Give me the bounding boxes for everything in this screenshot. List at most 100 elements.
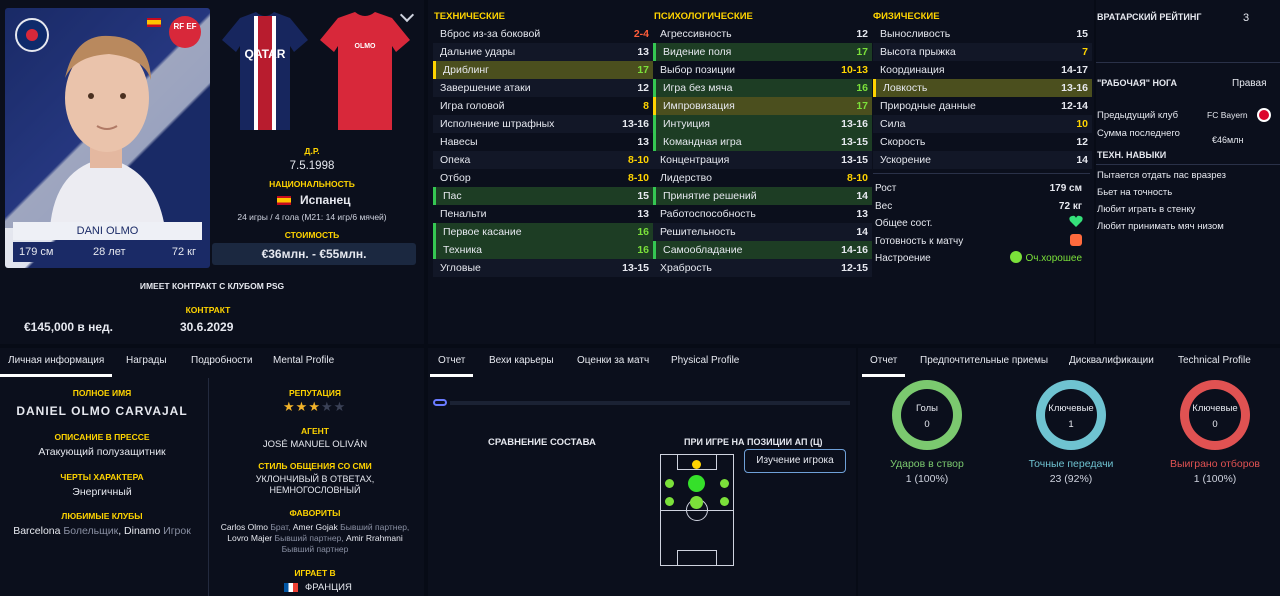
attribute-value: 7 xyxy=(1082,46,1088,58)
attribute-row[interactable]: Концентрация 13-15 xyxy=(653,151,872,169)
attribute-row[interactable]: Высота прыжка 7 xyxy=(873,43,1092,61)
attribute-name: Агрессивность xyxy=(660,28,732,40)
fav-lovro-majer[interactable]: Lovro Majer xyxy=(227,533,272,543)
fav-role-ex-partner: Бывший партнер, xyxy=(340,522,410,532)
contract-expiry: 30.6.2029 xyxy=(180,320,234,334)
tab-career-milestones[interactable]: Вехи карьеры xyxy=(489,355,554,366)
fullname-label: ПОЛНОЕ ИМЯ xyxy=(72,388,132,398)
attribute-row[interactable]: Координация 14-17 xyxy=(873,61,1092,79)
attribute-row[interactable]: Принятие решений 14 xyxy=(653,187,872,205)
fav-carlos-olmo[interactable]: Carlos Olmo xyxy=(221,522,268,532)
position-dot-st xyxy=(692,460,701,469)
attribute-name: Выбор позиции xyxy=(660,64,735,76)
attribute-name: Пенальти xyxy=(440,208,487,220)
attribute-name: Отбор xyxy=(440,172,471,184)
tab-physical-profile[interactable]: Physical Profile xyxy=(671,355,739,366)
attribute-row[interactable]: Угловые 13-15 xyxy=(433,259,653,277)
attribute-row[interactable]: Ловкость 13-16 xyxy=(873,79,1092,97)
attribute-value: 13-15 xyxy=(622,262,649,274)
star-icon: ★ xyxy=(320,399,334,414)
attribute-row[interactable]: Вброс из-за боковой 2-4 xyxy=(433,25,653,43)
attribute-name: Ускорение xyxy=(880,154,931,166)
attribute-row[interactable]: Видение поля 17 xyxy=(653,43,872,61)
stat-ring: Ключевые 1 xyxy=(1036,380,1106,450)
contract-wage: €145,000 в нед. xyxy=(24,320,113,334)
attribute-row[interactable]: Техника 16 xyxy=(433,241,653,259)
club-dinamo-role: Игрок xyxy=(163,525,191,537)
stat-ring-value: 0 xyxy=(1212,419,1218,430)
fullname-value: DANIEL OLMO CARVAJAL xyxy=(16,404,188,418)
agent-value[interactable]: JOSÉ MANUEL OLIVÁN xyxy=(212,439,418,450)
tab-details[interactable]: Подробности xyxy=(191,355,252,366)
attribute-value: 10-13 xyxy=(841,64,868,76)
attribute-name: Храбрость xyxy=(660,262,712,274)
attribute-row[interactable]: Импровизация 17 xyxy=(653,97,872,115)
attribute-row[interactable]: Решительность 14 xyxy=(653,223,872,241)
attribute-value: 12 xyxy=(856,28,868,40)
attribute-row[interactable]: Выносливость 15 xyxy=(873,25,1092,43)
attribute-value: 8-10 xyxy=(846,172,868,184)
attribute-row[interactable]: Игра без мяча 16 xyxy=(653,79,872,97)
dob-label: Д.Р. xyxy=(304,146,320,156)
contract-club-text: ИМЕЕТ КОНТРАКТ С КЛУБОМ PSG xyxy=(139,281,285,291)
media-value: УКЛОНЧИВЫЙ В ОТВЕТАХ, НЕМНОГОСЛОВНЫЙ xyxy=(255,474,375,495)
vertical-divider xyxy=(208,378,209,596)
attribute-row[interactable]: Завершение атаки 12 xyxy=(433,79,653,97)
study-player-button[interactable]: Изучение игрока xyxy=(744,449,846,473)
attribute-row[interactable]: Пенальти 13 xyxy=(433,205,653,223)
attribute-row[interactable]: Пас 15 xyxy=(433,187,653,205)
attribute-row[interactable]: Навесы 13 xyxy=(433,133,653,151)
tab-suspensions[interactable]: Дисквалификации xyxy=(1069,355,1154,366)
attribute-row[interactable]: Храбрость 12-15 xyxy=(653,259,872,277)
attribute-row[interactable]: Опека 8-10 xyxy=(433,151,653,169)
attribute-row[interactable]: Самообладание 14-16 xyxy=(653,241,872,259)
attribute-row[interactable]: Игра головой 8 xyxy=(433,97,653,115)
attribute-row[interactable]: Командная игра 13-15 xyxy=(653,133,872,151)
tab-stats-report[interactable]: Отчет xyxy=(861,355,906,377)
value-box: €36млн. - €55млн. xyxy=(212,243,416,265)
mental-header: ПСИХОЛОГИЧЕСКИЕ xyxy=(654,11,753,22)
attribute-row[interactable]: Дальние удары 13 xyxy=(433,43,653,61)
tab-technical-profile[interactable]: Technical Profile xyxy=(1178,355,1251,366)
attribute-row[interactable]: Исполнение штрафных 13-16 xyxy=(433,115,653,133)
attribute-row[interactable]: Выбор позиции 10-13 xyxy=(653,61,872,79)
skill-item: Любит принимать мяч низом xyxy=(1097,221,1224,232)
attribute-row[interactable]: Лидерство 8-10 xyxy=(653,169,872,187)
attribute-row[interactable]: Дриблинг 17 xyxy=(433,61,653,79)
gk-rating-label: ВРАТАРСКИЙ РЕЙТИНГ xyxy=(1097,12,1202,22)
attribute-value: 15 xyxy=(637,190,649,202)
plays-in-label: ИГРАЕТ В xyxy=(294,568,336,578)
tab-awards[interactable]: Награды xyxy=(126,355,167,366)
dob-value: 7.5.1998 xyxy=(289,160,335,172)
attribute-row[interactable]: Первое касание 16 xyxy=(433,223,653,241)
attribute-row[interactable]: Ускорение 14 xyxy=(873,151,1092,169)
tab-report[interactable]: Отчет xyxy=(429,355,474,377)
attribute-value: 13-16 xyxy=(622,118,649,130)
tab-mental-profile[interactable]: Mental Profile xyxy=(273,355,334,366)
gk-rating-value: 3 xyxy=(1243,12,1250,24)
attribute-name: Видение поля xyxy=(663,46,732,58)
attribute-value: 17 xyxy=(856,100,868,112)
stat-ring-caption: Ударов в створ xyxy=(890,458,964,470)
club-barcelona[interactable]: Barcelona xyxy=(13,525,60,537)
prev-club-value[interactable]: FC Bayern xyxy=(1207,110,1248,120)
attribute-row[interactable]: Интуиция 13-16 xyxy=(653,115,872,133)
morale-icon xyxy=(1010,251,1022,263)
attribute-row[interactable]: Сила 10 xyxy=(873,115,1092,133)
attribute-value: 13 xyxy=(637,136,649,148)
stats-panel: Отчет Предпочтительные приемы Дисквалифи… xyxy=(858,348,1280,596)
tab-preferred-moves[interactable]: Предпочтительные приемы xyxy=(920,355,1048,366)
player-name-plate: DANI OLMO xyxy=(13,222,202,240)
attribute-row[interactable]: Скорость 12 xyxy=(873,133,1092,151)
attribute-row[interactable]: Работоспособность 13 xyxy=(653,205,872,223)
attribute-name: Вброс из-за боковой xyxy=(440,28,541,40)
attribute-row[interactable]: Природные данные 12-14 xyxy=(873,97,1092,115)
tab-match-ratings[interactable]: Оценки за матч xyxy=(577,355,649,366)
fav-amer-gojak[interactable]: Amer Gojak xyxy=(293,522,338,532)
club-dinamo[interactable]: Dinamo xyxy=(124,525,160,537)
attribute-row[interactable]: Агрессивность 12 xyxy=(653,25,872,43)
tab-personal-info[interactable]: Личная информация xyxy=(0,355,113,377)
press-value: Атакующий полузащитник xyxy=(38,446,166,458)
attribute-row[interactable]: Отбор 8-10 xyxy=(433,169,653,187)
fav-amir-rrahmani[interactable]: Amir Rrahmani xyxy=(346,533,403,543)
